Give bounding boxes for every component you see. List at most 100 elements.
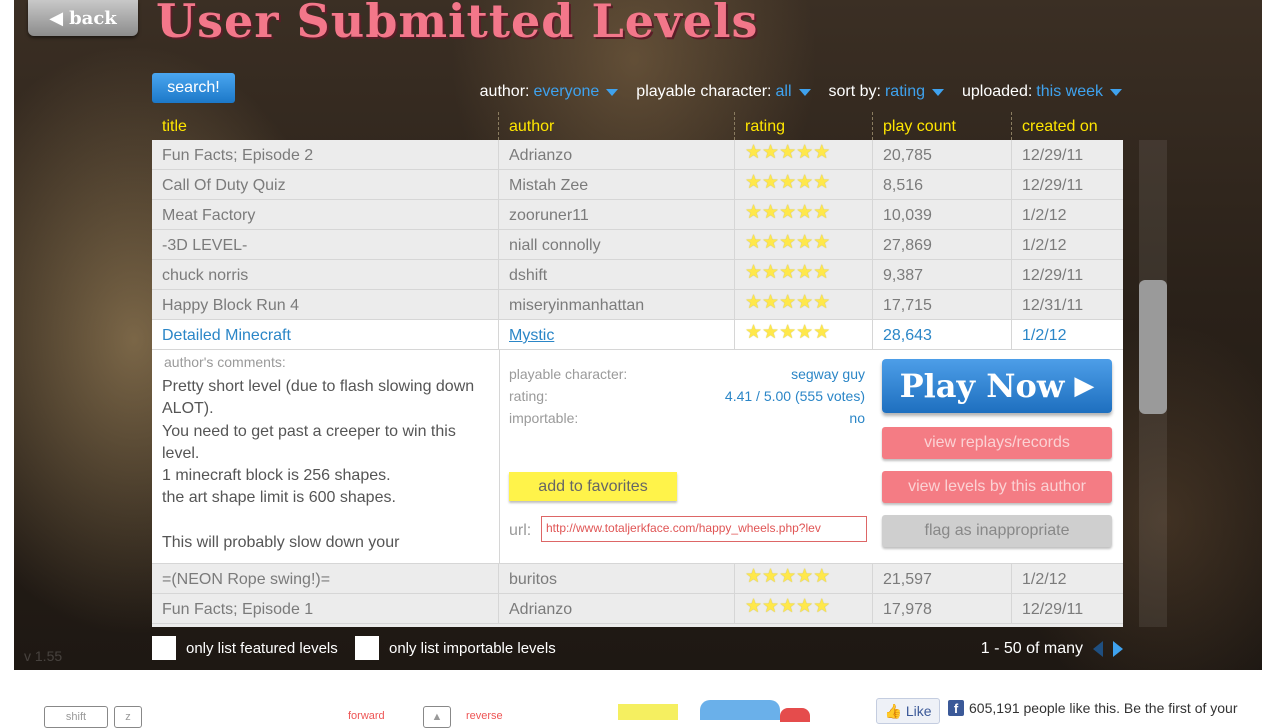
- star-icon: ★: [762, 322, 780, 343]
- star-icon: ★: [779, 566, 797, 587]
- arrow-up-key-icon: ▲: [423, 706, 451, 728]
- row-play-count: 28,643: [873, 320, 1012, 349]
- info-importable: importable: no: [509, 410, 865, 426]
- table-row[interactable]: Call Of Duty Quiz Mistah Zee ★ ★ ★ ★ ★ 8,516 12/…: [152, 170, 1123, 200]
- star-icon: ★: [813, 322, 831, 343]
- checkbox-box[interactable]: [355, 636, 379, 660]
- star-icon: ★: [779, 262, 797, 283]
- character-filter[interactable]: playable character: all: [636, 83, 811, 101]
- table-row[interactable]: -3D LEVEL-niall connolly ★ ★ ★ ★ ★ 27,869 1/2/1…: [152, 230, 1123, 260]
- row-play-count: 17,715: [873, 290, 1012, 319]
- shift-key: shift: [44, 706, 108, 728]
- star-icon: ★: [745, 172, 763, 193]
- character-filter-label: playable character:: [636, 83, 772, 100]
- info-rating-label: rating:: [509, 388, 548, 404]
- uploaded-filter[interactable]: uploaded: this week: [962, 83, 1122, 101]
- row-play-count: 9,387: [873, 260, 1012, 289]
- play-now-button[interactable]: Play Now ▶: [882, 359, 1112, 413]
- author-link[interactable]: Mystic: [509, 327, 554, 344]
- scrollbar[interactable]: [1139, 140, 1167, 627]
- table-row[interactable]: Fun Facts; Episode 1 Adrianzo ★ ★ ★ ★ ★ 17,978 1…: [152, 594, 1123, 624]
- star-icon: ★: [813, 142, 831, 163]
- row-play-count: 17,978: [873, 594, 1012, 623]
- featured-only-checkbox[interactable]: only list featured levels: [152, 636, 338, 660]
- author-filter-label: author:: [479, 83, 530, 100]
- star-icon: ★: [796, 232, 814, 253]
- star-icon: ★: [762, 596, 780, 617]
- featured-only-label: only list featured levels: [186, 639, 338, 657]
- dropdown-arrow-icon: [798, 88, 811, 96]
- author-filter[interactable]: author: everyone: [480, 83, 619, 101]
- sort-filter[interactable]: sort by: rating: [829, 83, 944, 101]
- table-row[interactable]: =(NEON Rope swing!)= buritos ★ ★ ★ ★ ★ 21,597 1/…: [152, 564, 1123, 594]
- table-row[interactable]: Fun Facts; Episode 2 Adrianzo ★ ★ ★ ★ ★ 20,785 1…: [152, 140, 1123, 170]
- chevron-left-icon: ◀: [49, 7, 64, 29]
- table-row[interactable]: chuck norris dshift ★ ★ ★ ★ ★ 9,387 12/29/11: [152, 260, 1123, 290]
- rating-stars: ★ ★ ★ ★ ★: [735, 290, 873, 319]
- flag-inappropriate-button[interactable]: flag as inappropriate: [882, 515, 1112, 547]
- prev-page-icon[interactable]: [1093, 641, 1103, 657]
- pagination: 1 - 50 of many: [981, 640, 1123, 658]
- column-header-created-on[interactable]: created on: [1012, 112, 1123, 140]
- row-title: Meat Factory: [152, 200, 499, 229]
- row-created-on: 12/29/11: [1022, 177, 1084, 194]
- star-icon: ★: [796, 292, 814, 313]
- star-icon: ★: [796, 322, 814, 343]
- star-icon: ★: [762, 566, 780, 587]
- character-filter-value: all: [775, 83, 792, 100]
- row-author: Mistah Zee: [499, 170, 735, 199]
- column-header-title[interactable]: title: [152, 112, 499, 140]
- page-footer: shift z forward ▲ reverse 👍 Like f 605,1…: [0, 670, 1280, 728]
- column-header-rating[interactable]: rating: [735, 112, 873, 140]
- info-character-label: playable character:: [509, 366, 628, 382]
- star-icon: ★: [796, 262, 814, 283]
- row-title: Fun Facts; Episode 1: [152, 594, 499, 623]
- thumbs-up-icon: 👍: [884, 702, 902, 719]
- row-created-on: 1/2/12: [1022, 327, 1067, 344]
- checkbox-box[interactable]: [152, 636, 176, 660]
- star-icon: ★: [813, 596, 831, 617]
- row-author: Adrianzo: [499, 594, 735, 623]
- star-icon: ★: [745, 202, 763, 223]
- level-url-field[interactable]: http://www.totaljerkface.com/happy_wheel…: [541, 516, 867, 542]
- author-comments: Pretty short level (due to flash slowing…: [162, 378, 475, 552]
- row-play-count: 8,516: [873, 170, 1012, 199]
- row-title: Fun Facts; Episode 2: [152, 140, 499, 169]
- row-author: Adrianzo: [499, 140, 735, 169]
- star-icon: ★: [762, 262, 780, 283]
- table-row-selected[interactable]: Detailed Minecraft Mystic ★ ★ ★ ★ ★ 28,643 1…: [152, 320, 1123, 350]
- scroll-thumb[interactable]: [1139, 280, 1167, 414]
- row-play-count: 21,597: [873, 564, 1012, 593]
- rating-stars: ★ ★ ★ ★ ★: [735, 170, 873, 199]
- row-title: Detailed Minecraft: [152, 320, 499, 349]
- facebook-like-button[interactable]: 👍 Like: [876, 698, 940, 724]
- star-icon: ★: [762, 172, 780, 193]
- next-page-icon[interactable]: [1113, 641, 1123, 657]
- star-icon: ★: [745, 262, 763, 283]
- rows-bottom: =(NEON Rope swing!)= buritos ★ ★ ★ ★ ★ 21,597 1/…: [152, 564, 1123, 624]
- game-screen: ◀ back User Submitted Levels search! aut…: [14, 0, 1262, 670]
- view-author-levels-button[interactable]: view levels by this author: [882, 471, 1112, 503]
- table-row[interactable]: Happy Block Run 4 miseryinmanhattan ★ ★ ★ ★ ★ 1…: [152, 290, 1123, 320]
- view-replays-button[interactable]: view replays/records: [882, 427, 1112, 459]
- star-icon: ★: [813, 262, 831, 283]
- rows-top: Fun Facts; Episode 2 Adrianzo ★ ★ ★ ★ ★ 20,785 1…: [152, 140, 1123, 320]
- rating-stars: ★ ★ ★ ★ ★: [735, 320, 873, 349]
- row-title: Call Of Duty Quiz: [152, 170, 499, 199]
- info-character: playable character: segway guy: [509, 366, 865, 382]
- search-button[interactable]: search!: [152, 73, 235, 103]
- back-button[interactable]: ◀ back: [28, 0, 138, 36]
- row-author: dshift: [499, 260, 735, 289]
- column-header-author[interactable]: author: [499, 112, 735, 140]
- comments-label: author's comments:: [164, 354, 286, 370]
- star-icon: ★: [779, 172, 797, 193]
- table-row[interactable]: Meat Factory zooruner11 ★ ★ ★ ★ ★ 10,039 1/2/12: [152, 200, 1123, 230]
- row-title: =(NEON Rope swing!)=: [152, 564, 499, 593]
- row-created-on: 12/29/11: [1022, 601, 1084, 618]
- column-header-play-count[interactable]: play count: [873, 112, 1012, 140]
- add-to-favorites-button[interactable]: add to favorites: [509, 472, 677, 501]
- importable-only-checkbox[interactable]: only list importable levels: [355, 636, 556, 660]
- row-created-on: 12/29/11: [1022, 147, 1084, 164]
- facebook-like-text: 605,191 people like this. Be the first o…: [969, 700, 1238, 716]
- star-icon: ★: [796, 142, 814, 163]
